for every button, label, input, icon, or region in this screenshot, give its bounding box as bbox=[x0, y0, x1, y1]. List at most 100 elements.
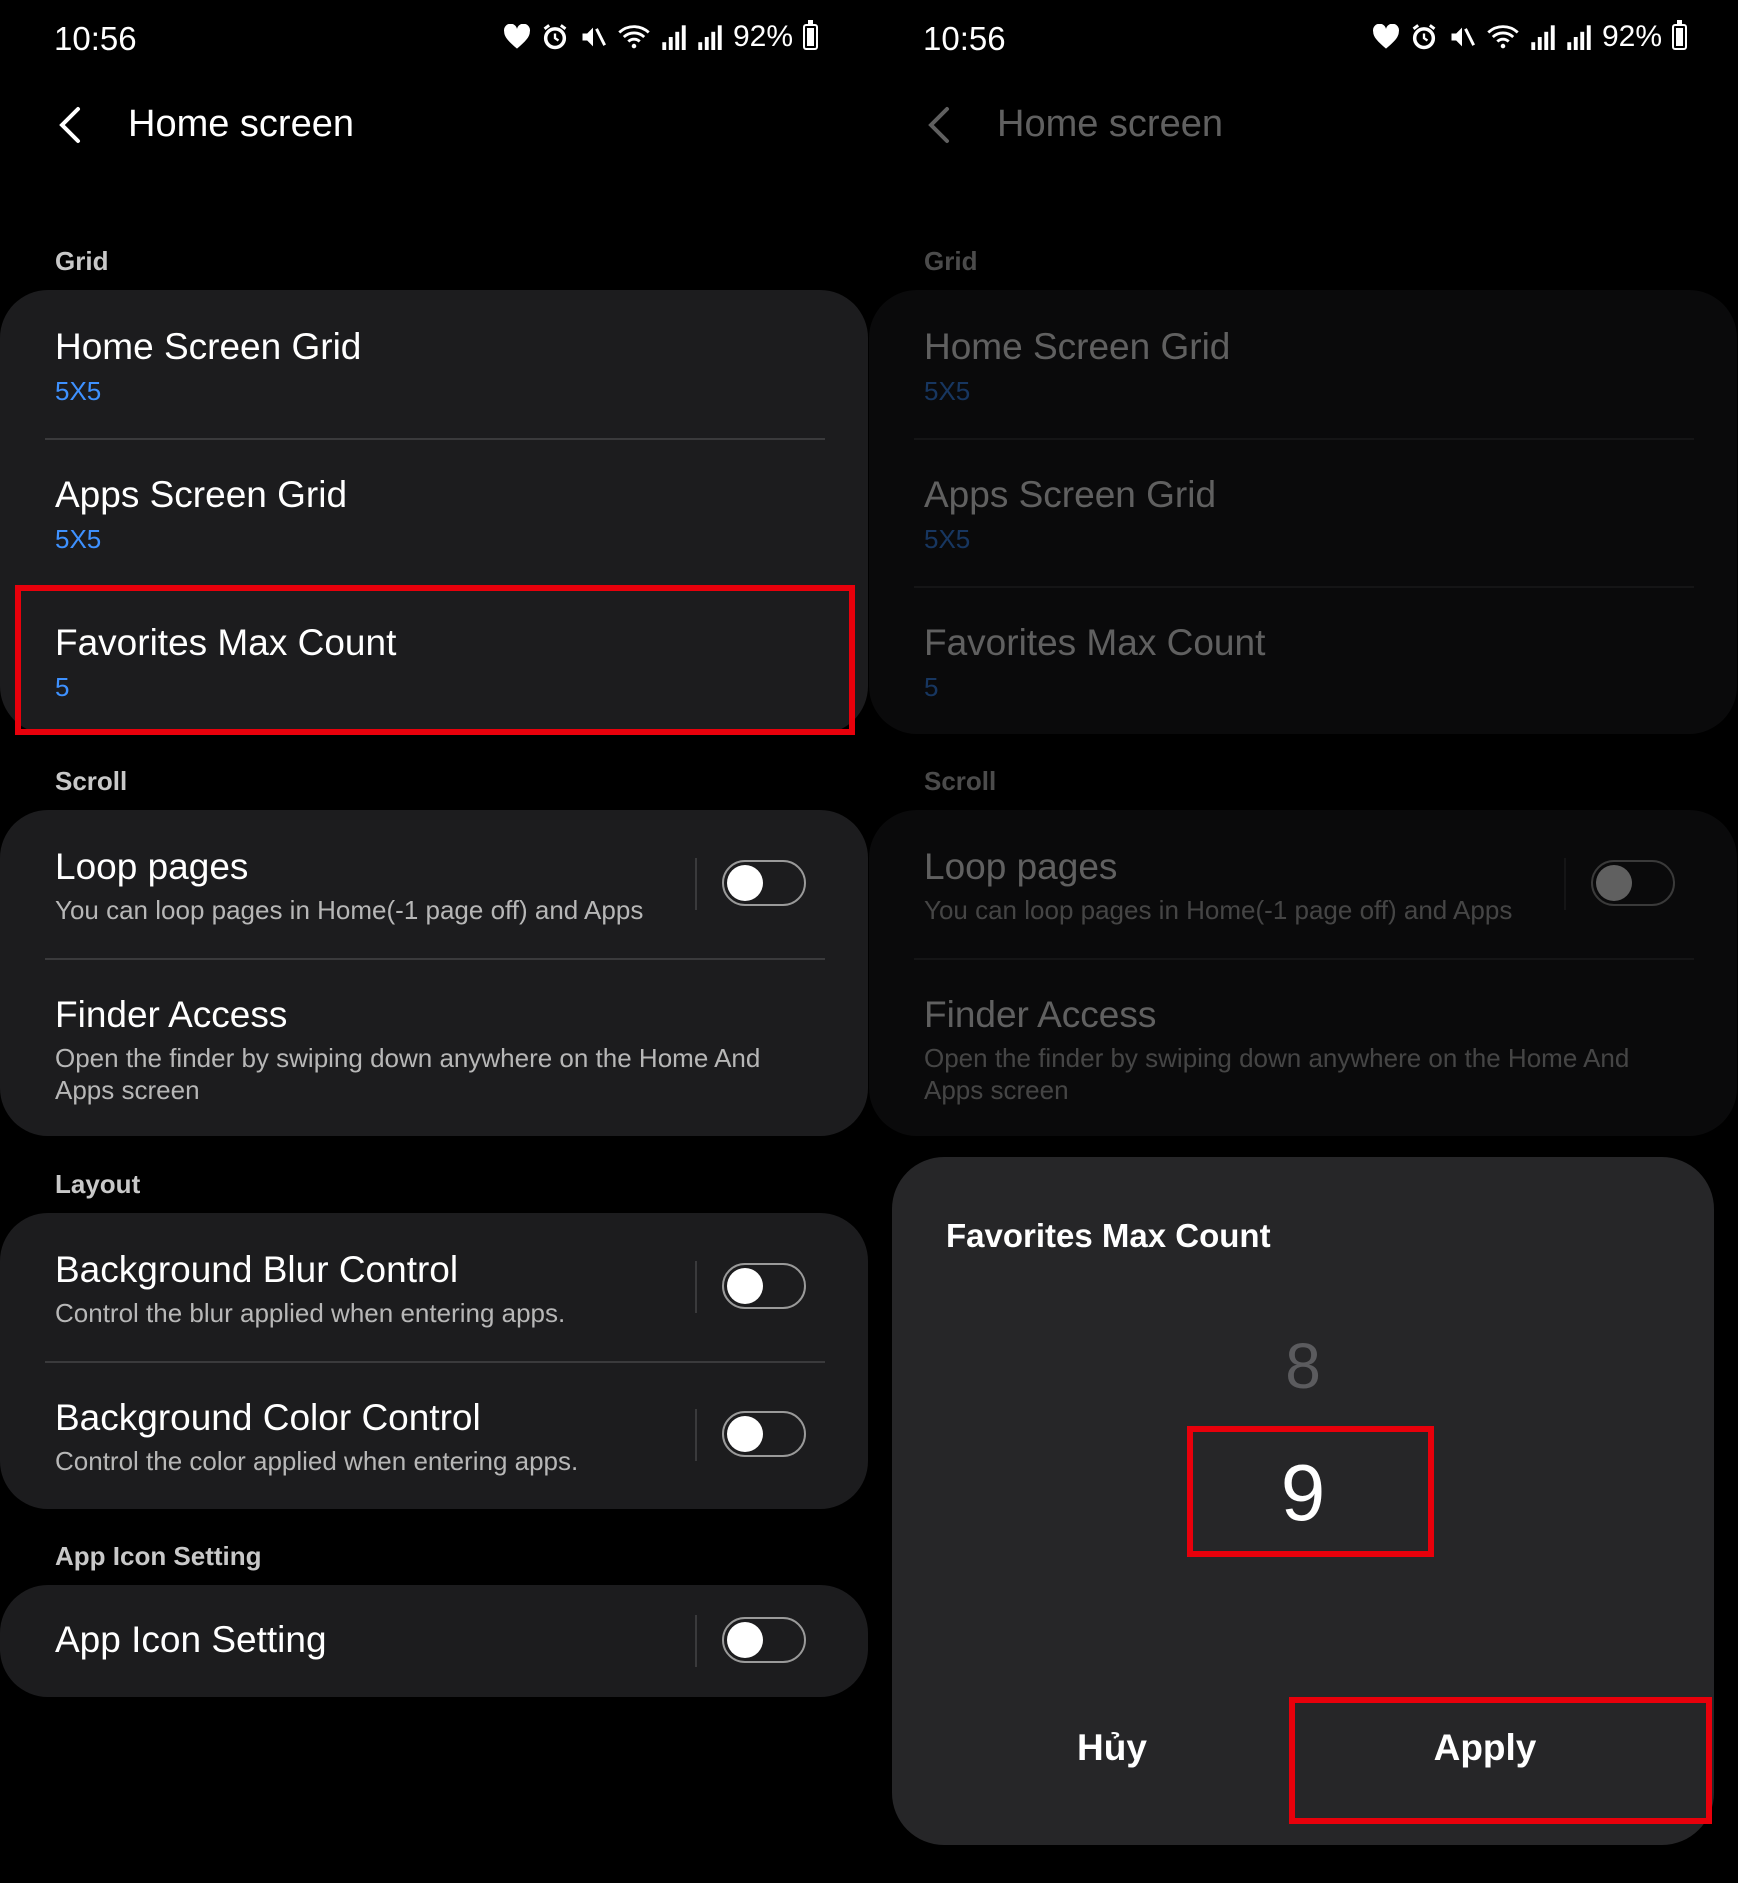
page-title: Home screen bbox=[997, 103, 1223, 145]
apps-screen-grid-item: Apps Screen Grid 5X5 bbox=[869, 438, 1737, 586]
item-title: Home Screen Grid bbox=[924, 326, 1231, 367]
grid-card: Home Screen Grid 5X5 Apps Screen Grid 5X… bbox=[869, 290, 1737, 734]
separator bbox=[695, 858, 697, 910]
item-description: You can loop pages in Home(-1 page off) … bbox=[55, 895, 644, 925]
signal-icon bbox=[662, 25, 686, 50]
toggle-knob bbox=[727, 1416, 763, 1452]
back-arrow-icon[interactable] bbox=[919, 103, 959, 147]
home-screen-grid-item[interactable]: Home Screen Grid 5X5 bbox=[0, 290, 868, 438]
item-value: 5X5 bbox=[924, 524, 971, 554]
status-bar: 10:56 92% bbox=[0, 18, 868, 62]
background-color-control-item[interactable]: Background Color Control Control the col… bbox=[0, 1361, 868, 1509]
item-title: Favorites Max Count bbox=[924, 622, 1266, 663]
loop-pages-toggle[interactable] bbox=[722, 860, 806, 906]
item-value: 5X5 bbox=[55, 524, 102, 554]
battery-icon bbox=[803, 20, 818, 50]
toggle-knob bbox=[727, 1268, 763, 1304]
apps-screen-grid-item[interactable]: Apps Screen Grid 5X5 bbox=[0, 438, 868, 586]
mute-icon bbox=[582, 27, 606, 47]
wifi-icon bbox=[618, 25, 650, 49]
app-icon-setting-item[interactable]: App Icon Setting bbox=[0, 1585, 868, 1697]
picker-previous-value[interactable]: 8 bbox=[892, 1329, 1714, 1403]
status-time: 10:56 bbox=[923, 20, 1006, 57]
item-title: Apps Screen Grid bbox=[924, 474, 1217, 515]
toggle-knob bbox=[727, 1622, 763, 1658]
separator bbox=[695, 1409, 697, 1461]
section-header-scroll: Scroll bbox=[55, 766, 128, 796]
grid-card: Home Screen Grid 5X5 Apps Screen Grid 5X… bbox=[0, 290, 868, 734]
back-arrow-icon[interactable] bbox=[50, 103, 90, 147]
battery-percent: 92% bbox=[1601, 20, 1662, 53]
item-value: 5X5 bbox=[924, 376, 971, 406]
toggle-knob bbox=[1596, 865, 1632, 901]
picker-selected-value[interactable]: 9 bbox=[892, 1447, 1714, 1539]
app-bar: Home screen bbox=[0, 95, 868, 155]
finder-access-item: Finder Access Open the finder by swiping… bbox=[869, 958, 1737, 1136]
scroll-card: Loop pages You can loop pages in Home(-1… bbox=[0, 810, 868, 1136]
item-description: Open the finder by swiping down anywhere… bbox=[924, 1043, 1630, 1105]
layout-card: Background Blur Control Control the blur… bbox=[0, 1213, 868, 1509]
item-title: Background Blur Control bbox=[55, 1249, 459, 1290]
home-screen-grid-item: Home Screen Grid 5X5 bbox=[869, 290, 1737, 438]
favorites-max-count-item: Favorites Max Count 5 bbox=[869, 586, 1737, 734]
favorites-max-count-item[interactable]: Favorites Max Count 5 bbox=[0, 586, 868, 734]
status-icons: 92% bbox=[1372, 20, 1687, 54]
section-header-grid: Grid bbox=[55, 246, 109, 276]
wifi-icon bbox=[1487, 25, 1519, 49]
item-value: 5X5 bbox=[55, 376, 102, 406]
item-title: Background Color Control bbox=[55, 1397, 481, 1438]
signal-icon bbox=[1567, 25, 1591, 50]
item-title: Favorites Max Count bbox=[55, 622, 397, 663]
app-icon-card: App Icon Setting bbox=[0, 1585, 868, 1697]
separator bbox=[1564, 858, 1566, 910]
app-bar: Home screen bbox=[869, 95, 1737, 155]
scroll-card: Loop pages You can loop pages in Home(-1… bbox=[869, 810, 1737, 1136]
finder-access-item[interactable]: Finder Access Open the finder by swiping… bbox=[0, 958, 868, 1136]
heart-icon bbox=[503, 24, 530, 49]
item-description: Open the finder by swiping down anywhere… bbox=[55, 1043, 761, 1105]
settings-screen-left: 10:56 92% Home screen Grid Home Screen G… bbox=[0, 0, 868, 1883]
favorites-max-count-dialog: Favorites Max Count 8 9 Hủy Apply bbox=[892, 1157, 1714, 1845]
color-control-toggle[interactable] bbox=[722, 1411, 806, 1457]
separator bbox=[695, 1615, 697, 1667]
item-value: 5 bbox=[924, 672, 939, 702]
item-title: Home Screen Grid bbox=[55, 326, 362, 367]
apply-button[interactable]: Apply bbox=[1312, 1727, 1658, 1769]
separator bbox=[695, 1261, 697, 1313]
section-header-scroll: Scroll bbox=[924, 766, 997, 796]
background-blur-control-item[interactable]: Background Blur Control Control the blur… bbox=[0, 1213, 868, 1361]
item-description: Control the blur applied when entering a… bbox=[55, 1298, 566, 1328]
blur-control-toggle[interactable] bbox=[722, 1263, 806, 1309]
mute-icon bbox=[1451, 27, 1475, 47]
cancel-button[interactable]: Hủy bbox=[972, 1727, 1252, 1769]
status-bar: 10:56 92% bbox=[869, 18, 1737, 62]
item-title: Loop pages bbox=[55, 846, 249, 887]
alarm-icon bbox=[543, 24, 567, 50]
dialog-title: Favorites Max Count bbox=[946, 1217, 1271, 1254]
battery-percent: 92% bbox=[732, 20, 793, 53]
toggle-knob bbox=[727, 865, 763, 901]
loop-pages-item: Loop pages You can loop pages in Home(-1… bbox=[869, 810, 1737, 958]
loop-pages-item[interactable]: Loop pages You can loop pages in Home(-1… bbox=[0, 810, 868, 958]
item-description: You can loop pages in Home(-1 page off) … bbox=[924, 895, 1513, 925]
signal-icon bbox=[698, 25, 722, 50]
item-description: Control the color applied when entering … bbox=[55, 1446, 579, 1476]
page-title: Home screen bbox=[128, 103, 354, 145]
battery-icon bbox=[1672, 20, 1687, 50]
loop-pages-toggle bbox=[1591, 860, 1675, 906]
item-title: Finder Access bbox=[55, 994, 288, 1035]
section-header-layout: Layout bbox=[55, 1169, 141, 1199]
status-time: 10:56 bbox=[54, 20, 137, 57]
item-title: Loop pages bbox=[924, 846, 1118, 887]
heart-icon bbox=[1372, 24, 1399, 49]
app-icon-setting-toggle[interactable] bbox=[722, 1617, 806, 1663]
status-icons: 92% bbox=[503, 20, 818, 54]
section-header-grid: Grid bbox=[924, 246, 978, 276]
item-value: 5 bbox=[55, 672, 70, 702]
item-title: Apps Screen Grid bbox=[55, 474, 348, 515]
alarm-icon bbox=[1412, 24, 1436, 50]
item-title: App Icon Setting bbox=[55, 1619, 327, 1660]
item-title: Finder Access bbox=[924, 994, 1157, 1035]
signal-icon bbox=[1531, 25, 1555, 50]
section-header-app-icon: App Icon Setting bbox=[55, 1541, 262, 1571]
